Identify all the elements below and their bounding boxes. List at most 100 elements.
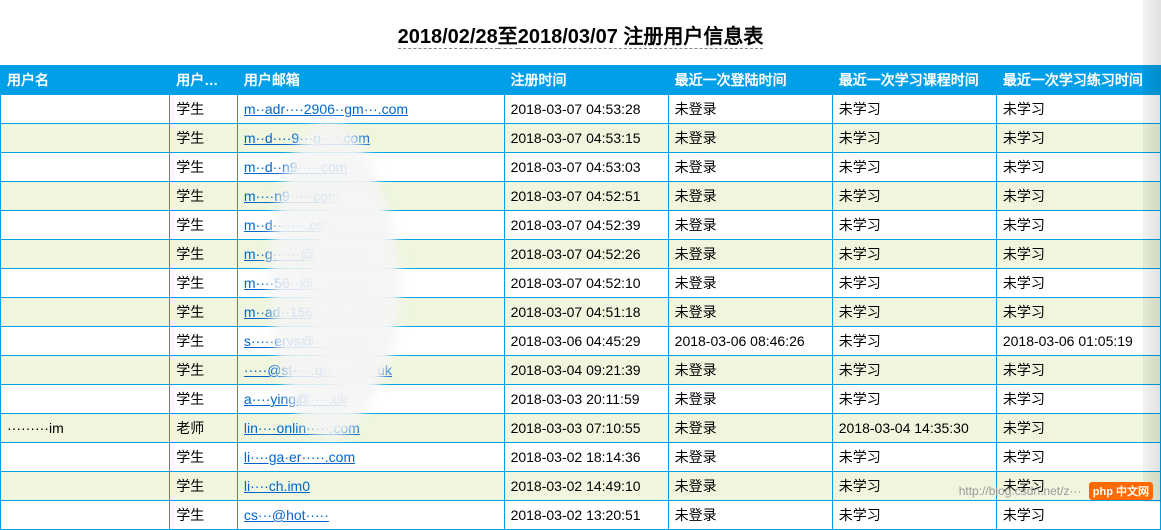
cell-reg: 2018-03-07 04:52:51 [504, 182, 668, 211]
cell-reg: 2018-03-02 18:14:36 [504, 443, 668, 472]
cell-reg: 2018-03-07 04:52:26 [504, 240, 668, 269]
email-link[interactable]: m····56··@····.com [244, 275, 362, 291]
cell-reg: 2018-03-07 04:53:15 [504, 124, 668, 153]
cell-reg: 2018-03-04 09:21:39 [504, 356, 668, 385]
cell-practice: 未学习 [996, 501, 1160, 530]
email-link[interactable]: m··g······@····.com [244, 246, 364, 262]
cell-type: 学生 [170, 240, 238, 269]
email-link[interactable]: ·····@st-···.gor···.org.uk [244, 362, 392, 378]
table-row: 学生·····@st-···.gor···.org.uk2018-03-04 0… [1, 356, 1161, 385]
cell-type: 学生 [170, 211, 238, 240]
cell-type: 学生 [170, 124, 238, 153]
col-header-course: 最近一次学习课程时间 [832, 66, 996, 95]
cell-reg: 2018-03-06 04:45:29 [504, 327, 668, 356]
cell-practice: 未学习 [996, 298, 1160, 327]
cell-email: m····56··@····.com [237, 269, 504, 298]
email-link[interactable]: m··adr····2906··gm···.com [244, 101, 408, 117]
cell-login: 未登录 [668, 153, 832, 182]
user-info-table: 用户名 用户类型 用户邮箱 注册时间 最近一次登陆时间 最近一次学习课程时间 最… [0, 65, 1161, 530]
email-link[interactable]: cs···@hot····· [244, 507, 329, 523]
cell-username [1, 385, 170, 414]
cell-email: m··ad··156····a···.com [237, 298, 504, 327]
cell-reg: 2018-03-07 04:51:18 [504, 298, 668, 327]
cell-practice: 未学习 [996, 124, 1160, 153]
cell-username [1, 153, 170, 182]
table-row: 学生m··ad··156····a···.com2018-03-07 04:51… [1, 298, 1161, 327]
email-link[interactable]: s·····erys@····.com [244, 333, 364, 349]
cell-login: 未登录 [668, 356, 832, 385]
email-link[interactable]: m··ad··156····a···.com [244, 304, 384, 320]
cell-username [1, 95, 170, 124]
email-link[interactable]: li····ga·er·····.com [244, 449, 355, 465]
cell-email: m··d··n9·····com [237, 153, 504, 182]
cell-course: 未学习 [832, 124, 996, 153]
cell-course: 未学习 [832, 356, 996, 385]
table-row: 学生cs···@hot·····2018-03-02 13:20:51未登录未学… [1, 501, 1161, 530]
cell-type: 学生 [170, 153, 238, 182]
email-link[interactable]: m··d·······.com [244, 217, 336, 233]
cell-username: ·········im [1, 414, 170, 443]
cell-practice: 未学习 [996, 414, 1160, 443]
page-title: 2018/02/28至2018/03/07 注册用户信息表 [0, 0, 1161, 65]
cell-type: 学生 [170, 472, 238, 501]
cell-practice: 未学习 [996, 443, 1160, 472]
cell-email: li····ga·er·····.com [237, 443, 504, 472]
cell-username [1, 269, 170, 298]
email-link[interactable]: m····n9·····com [244, 188, 340, 204]
table-row: ·········im老师lin····onlin·····.com2018-0… [1, 414, 1161, 443]
cell-login: 2018-03-06 08:46:26 [668, 327, 832, 356]
cell-course: 未学习 [832, 211, 996, 240]
cell-type: 学生 [170, 501, 238, 530]
cell-username [1, 298, 170, 327]
cell-email: cs···@hot····· [237, 501, 504, 530]
cell-type: 学生 [170, 95, 238, 124]
table-row: 学生m····n9·····com2018-03-07 04:52:51未登录未… [1, 182, 1161, 211]
cell-course: 未学习 [832, 443, 996, 472]
table-row: 学生li····ch.im02018-03-02 14:49:10未登录未学习未… [1, 472, 1161, 501]
cell-course: 未学习 [832, 472, 996, 501]
cell-login: 未登录 [668, 240, 832, 269]
table-row: 学生li····ga·er·····.com2018-03-02 18:14:3… [1, 443, 1161, 472]
cell-course: 未学习 [832, 153, 996, 182]
cell-email: a····ying@····.uk [237, 385, 504, 414]
table-row: 学生 m··g······@····.com 2018-03-07 04:52:26… [1, 240, 1161, 269]
cell-email: lin····onlin·····.com [237, 414, 504, 443]
cell-username [1, 356, 170, 385]
cell-reg: 2018-03-07 04:52:10 [504, 269, 668, 298]
cell-practice: 未学习 [996, 240, 1160, 269]
cell-email: m··d·······.com [237, 211, 504, 240]
email-link[interactable]: m··d····9···g····.com [244, 130, 370, 146]
email-link[interactable]: a····ying@····.uk [244, 391, 348, 407]
table-row: 学生m··d··n9·····com2018-03-07 04:53:03未登录… [1, 153, 1161, 182]
cell-login: 未登录 [668, 472, 832, 501]
cell-username [1, 501, 170, 530]
cell-login: 未登录 [668, 182, 832, 211]
col-header-practice: 最近一次学习练习时间 [996, 66, 1160, 95]
cell-type: 学生 [170, 385, 238, 414]
cell-course: 未学习 [832, 501, 996, 530]
cell-username [1, 327, 170, 356]
cell-reg: 2018-03-02 14:49:10 [504, 472, 668, 501]
table-header-row: 用户名 用户类型 用户邮箱 注册时间 最近一次登陆时间 最近一次学习课程时间 最… [1, 66, 1161, 95]
cell-login: 未登录 [668, 501, 832, 530]
col-header-type: 用户类型 [170, 66, 238, 95]
table-row: 学生m··d·······.com2018-03-07 04:52:39未登录未… [1, 211, 1161, 240]
cell-course: 未学习 [832, 182, 996, 211]
cell-practice: 未学习 [996, 269, 1160, 298]
table-row: 学生 m··d····9···g····.com 2018-03-07 04:53:… [1, 124, 1161, 153]
table-row: 学生a····ying@····.uk2018-03-03 20:11:59未登… [1, 385, 1161, 414]
cell-type: 学生 [170, 327, 238, 356]
title-date-from: 2018/02/28 [398, 26, 498, 49]
cell-practice: 未学习 [996, 211, 1160, 240]
cell-course: 未学习 [832, 385, 996, 414]
email-link[interactable]: li····ch.im0 [244, 478, 310, 494]
cell-reg: 2018-03-02 13:20:51 [504, 501, 668, 530]
table-row: 学生m····56··@····.com2018-03-07 04:52:10未… [1, 269, 1161, 298]
cell-course: 未学习 [832, 240, 996, 269]
cell-email: li····ch.im0 [237, 472, 504, 501]
email-link[interactable]: lin····onlin·····.com [244, 420, 360, 436]
cell-course: 未学习 [832, 95, 996, 124]
cell-reg: 2018-03-07 04:53:28 [504, 95, 668, 124]
cell-email: ·····@st-···.gor···.org.uk [237, 356, 504, 385]
email-link[interactable]: m··d··n9·····com [244, 159, 347, 175]
